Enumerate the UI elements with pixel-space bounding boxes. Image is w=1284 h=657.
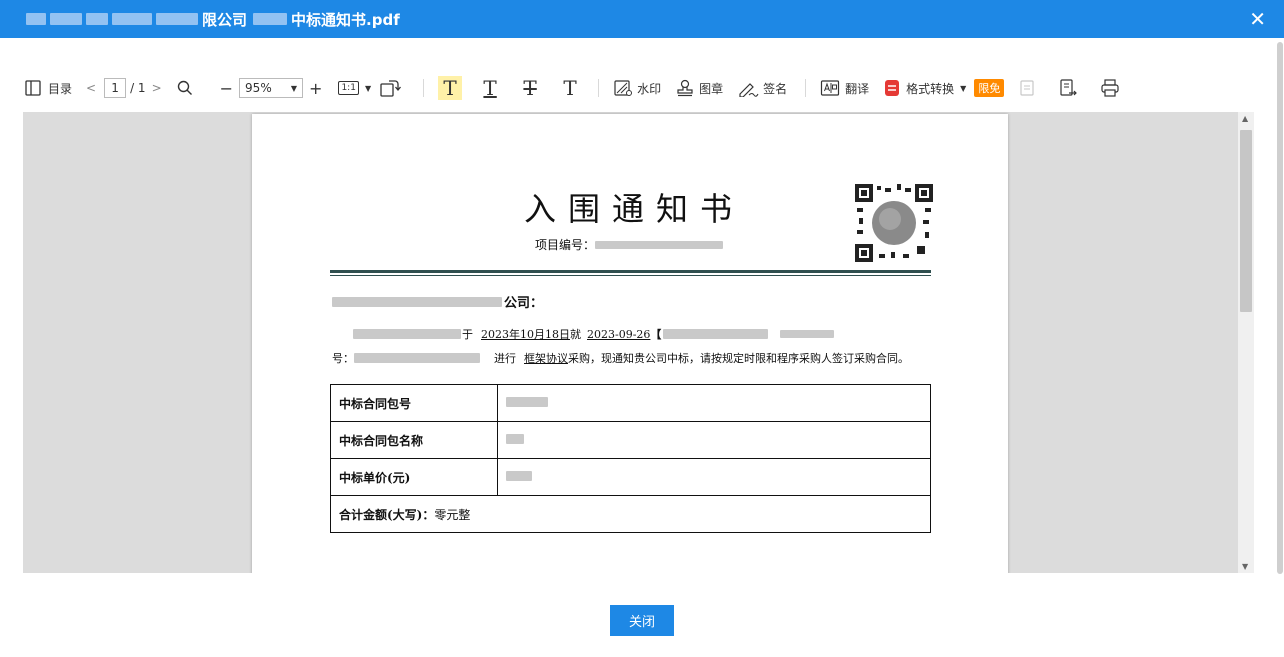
redacted-text (663, 329, 769, 339)
addressee-line: 公司： (332, 292, 543, 311)
window-title: 中标通知书.pdf (291, 10, 400, 29)
close-icon[interactable]: ✕ (1249, 7, 1266, 31)
scrollbar-thumb[interactable] (1240, 130, 1252, 312)
total-value: 零元整 (434, 507, 471, 522)
project-number-line: 项目编号： (535, 236, 724, 253)
table-row: 中标合同包名称 (330, 421, 931, 459)
free-badge: 限免 (974, 79, 1005, 97)
redacted-text (50, 13, 82, 25)
chevron-down-icon: ▼ (290, 83, 298, 93)
search-icon[interactable] (176, 79, 194, 97)
pdf-page: 入围通知书 项目编号： 公司： 于 2023年10月18日 就 2023-09-… (252, 114, 1008, 573)
table-value (497, 421, 931, 459)
redacted-text (506, 471, 532, 481)
redacted-text (780, 330, 835, 338)
pdf-viewer[interactable]: 入围通知书 项目编号： 公司： 于 2023年10月18日 就 2023-09-… (23, 112, 1238, 573)
actual-size-button[interactable]: 1:1 ▼ (338, 81, 371, 95)
zoom-select[interactable]: 95% ▼ (239, 78, 304, 98)
signature-button[interactable]: 签名 (737, 79, 787, 97)
toolbar-divider (598, 79, 600, 97)
scroll-down-icon[interactable]: ▼ (1242, 562, 1248, 571)
format-convert-label: 格式转换 (906, 81, 955, 96)
notice-paragraph-line1: 于 2023年10月18日 就 2023-09-26 【 (353, 326, 835, 342)
translate-button[interactable]: 翻译 (820, 79, 869, 97)
header-rule (330, 275, 931, 276)
redacted-text (506, 434, 524, 444)
window-title-prefix: 限公司 (202, 10, 248, 29)
redacted-text (332, 296, 502, 307)
print-icon[interactable] (1100, 78, 1120, 98)
watermark-label: 水印 (637, 81, 662, 96)
table-row: 中标合同包号 (330, 384, 931, 422)
toolbar-divider (805, 79, 807, 97)
window-titlebar: 限公司 中标通知书.pdf ✕ (0, 0, 1284, 38)
table-row: 中标单价(元) (330, 458, 931, 496)
scroll-up-icon[interactable]: ▲ (1242, 114, 1248, 123)
notice-date: 2023年10月18日 (481, 328, 570, 341)
translate-label: 翻译 (845, 81, 870, 96)
zoom-in-icon[interactable]: + (309, 79, 322, 98)
seal-label: 图章 (699, 81, 724, 96)
table-label: 中标单价(元) (330, 458, 498, 496)
redacted-text (253, 13, 288, 25)
redacted-text (156, 13, 198, 25)
chevron-down-icon: ▼ (364, 83, 372, 93)
stamp-icon (677, 79, 693, 97)
page-total: / 1 (130, 81, 146, 95)
total-label: 合计金额(大写)： (339, 507, 435, 522)
sidebar-icon (25, 80, 41, 96)
redacted-text (26, 13, 46, 25)
export-icon[interactable] (1058, 78, 1078, 98)
close-button[interactable]: 关闭 (610, 605, 674, 636)
text-highlight-icon[interactable]: T (438, 76, 463, 100)
total-amount-cell: 合计金额(大写)：零元整 (330, 495, 931, 533)
rotate-icon[interactable] (379, 78, 402, 98)
actual-size-icon: 1:1 (338, 81, 359, 95)
convert-icon (885, 80, 900, 96)
dialog-scrollbar[interactable] (1277, 42, 1283, 574)
watermark-icon (614, 80, 633, 96)
signature-label: 签名 (763, 81, 788, 96)
signature-icon (739, 83, 759, 97)
addressee-suffix: 公司： (504, 296, 544, 311)
translate-icon (821, 80, 840, 96)
next-page-icon[interactable]: > (152, 81, 162, 95)
seal-button[interactable]: 图章 (675, 79, 723, 97)
chevron-down-icon: ▼ (960, 83, 967, 93)
qr-code (855, 184, 933, 262)
redacted-text (112, 13, 152, 25)
notice-paragraph-line2: 号： 进行 框架协议 采购，现通知贵公司中标，请按规定时限和程序采购人签订采购合… (332, 352, 909, 365)
text-insert-icon[interactable]: T (558, 76, 582, 100)
table-value (497, 384, 931, 422)
pdf-toolbar: 目录 < 1 / 1 > − 95% ▼ + 1:1 ▼ T T T T 水印 … (24, 72, 1258, 104)
table-label: 中标合同包号 (330, 384, 498, 422)
prev-page-icon[interactable]: < (86, 81, 96, 95)
toolbar-divider (423, 79, 425, 97)
project-number-label: 项目编号： (535, 238, 596, 252)
header-rule (330, 270, 931, 273)
page-number-input[interactable]: 1 (104, 78, 127, 98)
toc-button[interactable]: 目录 (24, 79, 72, 97)
table-row: 合计金额(大写)：零元整 (330, 495, 931, 533)
table-value (497, 458, 931, 496)
redacted-text (595, 240, 724, 249)
procurement-method: 框架协议 (524, 352, 568, 365)
zoom-value: 95% (245, 81, 272, 95)
zoom-out-icon[interactable]: − (220, 79, 233, 98)
redacted-text (506, 397, 548, 407)
text-strikethrough-icon[interactable]: T (518, 76, 542, 100)
text-underline-icon[interactable]: T (478, 76, 502, 100)
viewer-scrollbar[interactable]: ▲ ▼ (1238, 112, 1254, 573)
toc-label: 目录 (48, 81, 73, 96)
tender-date: 2023-09-26 (587, 327, 651, 341)
redacted-text (86, 13, 108, 25)
award-table: 中标合同包号 中标合同包名称 中标单价(元) 合计金额(大写)：零元整 (330, 384, 931, 533)
table-label: 中标合同包名称 (330, 421, 498, 459)
save-disabled-icon (1018, 79, 1036, 97)
format-convert-button[interactable]: 格式转换 ▼ (883, 79, 966, 97)
redacted-text (354, 353, 480, 363)
redacted-text (353, 329, 461, 339)
watermark-button[interactable]: 水印 (613, 79, 661, 97)
